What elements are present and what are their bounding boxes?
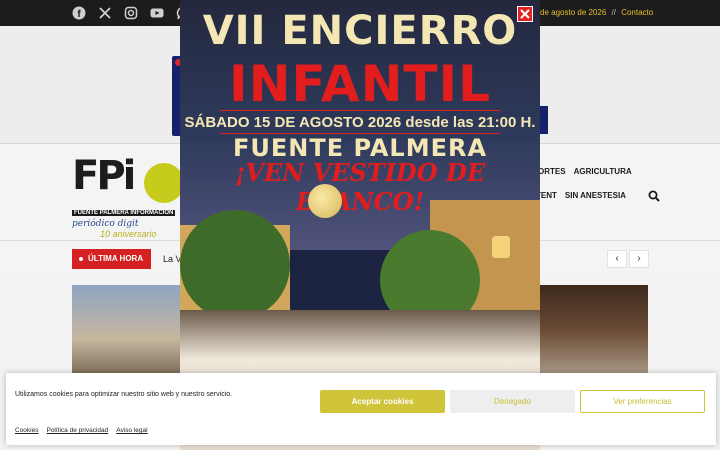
moon-illustration [308,184,342,218]
nav-item-agricultura[interactable]: AGRICULTURA [574,167,632,176]
cookie-consent-banner: Utilizamos cookies para optimizar nuestr… [6,373,716,445]
deny-cookies-button[interactable]: Denegado [450,390,575,413]
site-logo[interactable]: FPi FUENTE PALMERA INFORMACIÓN periódico… [72,153,192,239]
ticker-headline[interactable]: La V [163,254,182,264]
main-nav-row2: TENT SIN ANESTESIA [536,189,660,202]
street-lamp-illustration [492,236,510,258]
x-icon[interactable] [98,6,112,20]
accept-cookies-button[interactable]: Aceptar cookies [320,390,445,413]
promo-divider-top [220,110,500,111]
cookie-message: Utilizamos cookies para optimizar nuestr… [15,391,233,398]
cookie-links: Cookies Política de privacidad Aviso leg… [15,427,148,434]
promo-title-line1: VII ENCIERRO [202,8,518,54]
separator: // [611,8,616,17]
instagram-icon[interactable] [124,6,138,20]
cookies-policy-link[interactable]: Cookies [15,427,38,434]
topbar-right: de agosto de 2026 // Contacto [540,8,653,17]
nav-item-deportes[interactable]: ORTES [538,167,566,176]
logo-text: FPi [72,153,136,199]
ticker-next-button[interactable]: › [629,250,649,268]
ticker-prev-button[interactable]: ‹ [607,250,627,268]
social-links: f [72,6,190,20]
cookie-preferences-button[interactable]: Ver preferencias [580,390,705,413]
contact-link[interactable]: Contacto [621,8,653,17]
logo-tagline-bar: FUENTE PALMERA INFORMACIÓN [72,210,176,216]
search-icon[interactable] [648,189,660,202]
feature-photo-left[interactable] [72,285,182,375]
promo-title-line2: INFANTIL [229,55,491,113]
ticker-nav: ‹ › [607,250,649,268]
logo-tagline: periódico digit [72,219,139,229]
privacy-policy-link[interactable]: Política de privacidad [46,427,108,434]
tree-left-illustration [180,210,290,320]
facebook-icon[interactable]: f [72,6,86,20]
feature-photo-right[interactable] [538,285,648,375]
legal-notice-link[interactable]: Aviso legal [116,427,147,434]
nav-item-sin-anestesia[interactable]: SIN ANESTESIA [565,191,626,200]
breaking-news-badge: ÚLTIMA HORA [72,249,152,269]
logo-anniversary: 10 aniversario [100,229,157,239]
logo-dot [144,163,184,203]
youtube-icon[interactable] [150,6,164,20]
close-icon[interactable] [517,6,533,22]
current-date: de agosto de 2026 [540,8,607,17]
promo-date-line: SÁBADO 15 DE AGOSTO 2026 desde las 21:00… [184,114,536,131]
main-nav-row1: ORTES AGRICULTURA [538,167,632,176]
